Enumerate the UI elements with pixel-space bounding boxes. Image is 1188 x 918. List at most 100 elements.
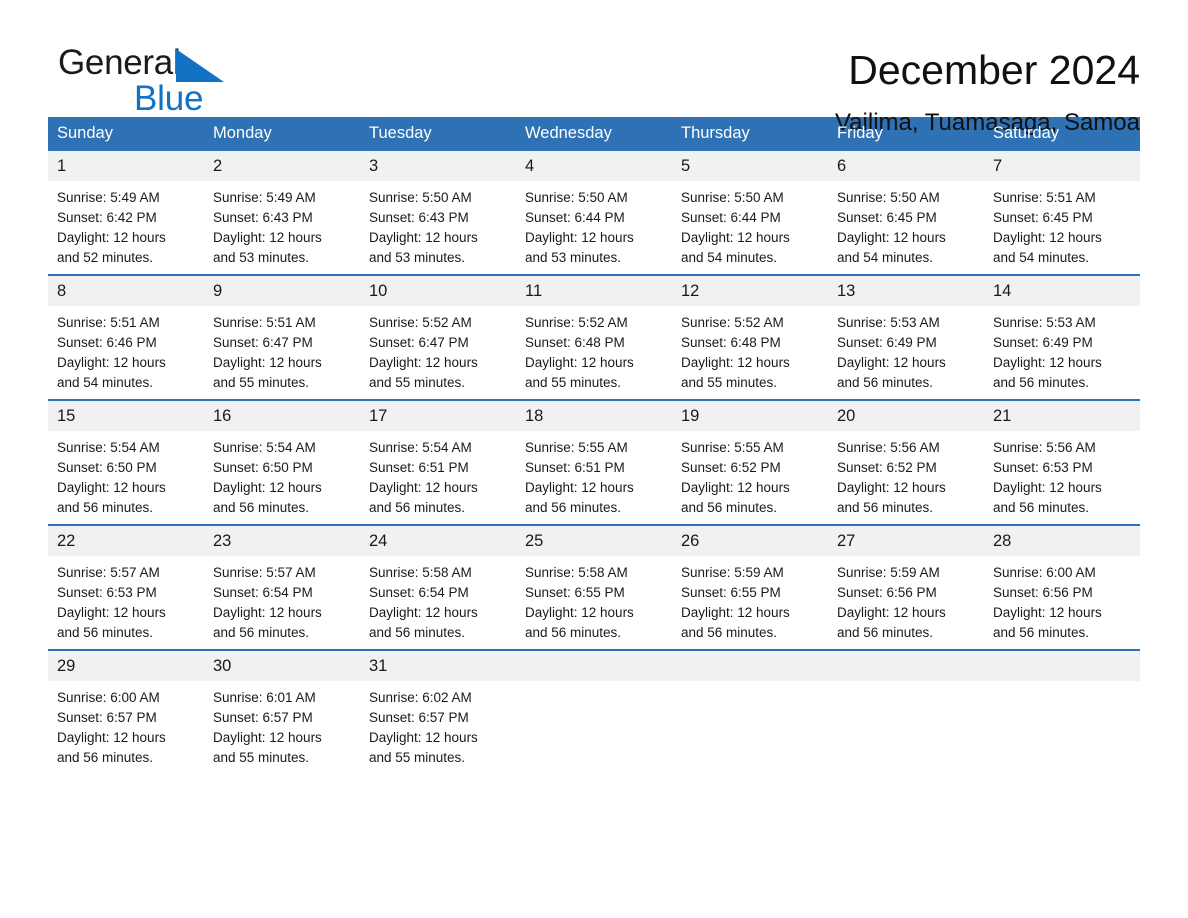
day-details (672, 681, 828, 688)
calendar-day-cell[interactable]: 10 Sunrise: 5:52 AM Sunset: 6:47 PM Dayl… (360, 274, 516, 400)
daylight-text-line2: and 56 minutes. (525, 500, 622, 515)
sunset-text: Sunset: 6:49 PM (993, 335, 1093, 350)
day-number: 24 (360, 526, 516, 556)
day-details: Sunrise: 6:00 AM Sunset: 6:56 PM Dayligh… (984, 556, 1140, 643)
day-number: 13 (828, 276, 984, 306)
calendar-day-cell[interactable]: 22 Sunrise: 5:57 AM Sunset: 6:53 PM Dayl… (48, 524, 204, 650)
calendar-day-cell[interactable]: 26 Sunrise: 5:59 AM Sunset: 6:55 PM Dayl… (672, 524, 828, 650)
day-details: Sunrise: 5:51 AM Sunset: 6:46 PM Dayligh… (48, 306, 204, 393)
weekday-header-sunday: Sunday (48, 117, 204, 151)
sunrise-sunset-calendar: Sunday Monday Tuesday Wednesday Thursday… (48, 117, 1140, 774)
sunset-text: Sunset: 6:51 PM (369, 460, 469, 475)
day-number: 14 (984, 276, 1140, 306)
sunrise-text: Sunrise: 6:01 AM (213, 690, 316, 705)
daylight-text-line2: and 55 minutes. (213, 750, 310, 765)
calendar-day-cell[interactable]: 28 Sunrise: 6:00 AM Sunset: 6:56 PM Dayl… (984, 524, 1140, 650)
day-number: 27 (828, 526, 984, 556)
day-details: Sunrise: 5:59 AM Sunset: 6:55 PM Dayligh… (672, 556, 828, 643)
calendar-day-cell[interactable]: 21 Sunrise: 5:56 AM Sunset: 6:53 PM Dayl… (984, 399, 1140, 525)
day-number: 9 (204, 276, 360, 306)
daylight-text-line2: and 55 minutes. (369, 375, 466, 390)
day-details: Sunrise: 5:55 AM Sunset: 6:52 PM Dayligh… (672, 431, 828, 518)
calendar-day-cell[interactable]: 31 Sunrise: 6:02 AM Sunset: 6:57 PM Dayl… (360, 649, 516, 774)
sunset-text: Sunset: 6:57 PM (213, 710, 313, 725)
sunset-text: Sunset: 6:44 PM (681, 210, 781, 225)
sunset-text: Sunset: 6:45 PM (993, 210, 1093, 225)
sunset-text: Sunset: 6:46 PM (57, 335, 157, 350)
daylight-text-line2: and 56 minutes. (369, 625, 466, 640)
daylight-text-line2: and 56 minutes. (681, 625, 778, 640)
calendar-day-cell[interactable]: 9 Sunrise: 5:51 AM Sunset: 6:47 PM Dayli… (204, 274, 360, 400)
day-number: 25 (516, 526, 672, 556)
calendar-day-cell[interactable]: 30 Sunrise: 6:01 AM Sunset: 6:57 PM Dayl… (204, 649, 360, 774)
day-details: Sunrise: 5:57 AM Sunset: 6:54 PM Dayligh… (204, 556, 360, 643)
calendar-day-cell[interactable]: 5 Sunrise: 5:50 AM Sunset: 6:44 PM Dayli… (672, 151, 828, 275)
calendar-week-row: 15 Sunrise: 5:54 AM Sunset: 6:50 PM Dayl… (48, 399, 1140, 525)
daylight-text-line2: and 55 minutes. (525, 375, 622, 390)
calendar-day-cell[interactable]: 27 Sunrise: 5:59 AM Sunset: 6:56 PM Dayl… (828, 524, 984, 650)
day-details: Sunrise: 6:01 AM Sunset: 6:57 PM Dayligh… (204, 681, 360, 768)
day-details: Sunrise: 5:56 AM Sunset: 6:52 PM Dayligh… (828, 431, 984, 518)
daylight-text-line2: and 53 minutes. (213, 250, 310, 265)
day-details: Sunrise: 5:49 AM Sunset: 6:42 PM Dayligh… (48, 181, 204, 268)
day-details: Sunrise: 5:58 AM Sunset: 6:55 PM Dayligh… (516, 556, 672, 643)
sunset-text: Sunset: 6:50 PM (213, 460, 313, 475)
calendar-week-row: 8 Sunrise: 5:51 AM Sunset: 6:46 PM Dayli… (48, 274, 1140, 400)
calendar-day-cell[interactable]: 14 Sunrise: 5:53 AM Sunset: 6:49 PM Dayl… (984, 274, 1140, 400)
calendar-day-cell[interactable]: 18 Sunrise: 5:55 AM Sunset: 6:51 PM Dayl… (516, 399, 672, 525)
day-number: 6 (828, 151, 984, 181)
day-number: 23 (204, 526, 360, 556)
calendar-day-cell[interactable]: 6 Sunrise: 5:50 AM Sunset: 6:45 PM Dayli… (828, 151, 984, 275)
calendar-day-cell[interactable]: 12 Sunrise: 5:52 AM Sunset: 6:48 PM Dayl… (672, 274, 828, 400)
calendar-day-cell[interactable]: 15 Sunrise: 5:54 AM Sunset: 6:50 PM Dayl… (48, 399, 204, 525)
daylight-text-line1: Daylight: 12 hours (213, 730, 322, 745)
page-header: General Blue December 2024 Vailima, Tuam… (48, 0, 1140, 137)
calendar-day-cell[interactable]: 8 Sunrise: 5:51 AM Sunset: 6:46 PM Dayli… (48, 274, 204, 400)
day-details: Sunrise: 5:53 AM Sunset: 6:49 PM Dayligh… (984, 306, 1140, 393)
calendar-day-cell[interactable]: 1 Sunrise: 5:49 AM Sunset: 6:42 PM Dayli… (48, 151, 204, 275)
daylight-text-line2: and 55 minutes. (681, 375, 778, 390)
sunrise-text: Sunrise: 5:58 AM (369, 565, 472, 580)
day-number (984, 651, 1140, 681)
day-number: 1 (48, 151, 204, 181)
calendar-day-cell[interactable]: 24 Sunrise: 5:58 AM Sunset: 6:54 PM Dayl… (360, 524, 516, 650)
calendar-day-cell[interactable]: 23 Sunrise: 5:57 AM Sunset: 6:54 PM Dayl… (204, 524, 360, 650)
sunrise-text: Sunrise: 5:54 AM (213, 440, 316, 455)
calendar-day-cell[interactable]: 16 Sunrise: 5:54 AM Sunset: 6:50 PM Dayl… (204, 399, 360, 525)
sunrise-text: Sunrise: 5:58 AM (525, 565, 628, 580)
daylight-text-line2: and 53 minutes. (369, 250, 466, 265)
calendar-day-cell[interactable]: 2 Sunrise: 5:49 AM Sunset: 6:43 PM Dayli… (204, 151, 360, 275)
daylight-text-line1: Daylight: 12 hours (369, 605, 478, 620)
calendar-week-row: 29 Sunrise: 6:00 AM Sunset: 6:57 PM Dayl… (48, 649, 1140, 774)
day-details: Sunrise: 5:53 AM Sunset: 6:49 PM Dayligh… (828, 306, 984, 393)
sunset-text: Sunset: 6:54 PM (369, 585, 469, 600)
calendar-day-cell[interactable]: 20 Sunrise: 5:56 AM Sunset: 6:52 PM Dayl… (828, 399, 984, 525)
sunrise-text: Sunrise: 5:51 AM (993, 190, 1096, 205)
calendar-day-cell[interactable]: 13 Sunrise: 5:53 AM Sunset: 6:49 PM Dayl… (828, 274, 984, 400)
calendar-day-cell[interactable]: 17 Sunrise: 5:54 AM Sunset: 6:51 PM Dayl… (360, 399, 516, 525)
daylight-text-line1: Daylight: 12 hours (837, 480, 946, 495)
sunset-text: Sunset: 6:57 PM (369, 710, 469, 725)
daylight-text-line1: Daylight: 12 hours (525, 230, 634, 245)
calendar-day-cell[interactable]: 4 Sunrise: 5:50 AM Sunset: 6:44 PM Dayli… (516, 151, 672, 275)
calendar-day-cell[interactable]: 7 Sunrise: 5:51 AM Sunset: 6:45 PM Dayli… (984, 151, 1140, 275)
sunrise-text: Sunrise: 5:49 AM (57, 190, 160, 205)
sunrise-text: Sunrise: 5:49 AM (213, 190, 316, 205)
daylight-text-line1: Daylight: 12 hours (369, 480, 478, 495)
sunset-text: Sunset: 6:53 PM (57, 585, 157, 600)
sunset-text: Sunset: 6:52 PM (681, 460, 781, 475)
sunrise-text: Sunrise: 5:51 AM (57, 315, 160, 330)
calendar-day-cell[interactable]: 3 Sunrise: 5:50 AM Sunset: 6:43 PM Dayli… (360, 151, 516, 275)
sunset-text: Sunset: 6:45 PM (837, 210, 937, 225)
daylight-text-line2: and 54 minutes. (993, 250, 1090, 265)
calendar-day-cell[interactable]: 29 Sunrise: 6:00 AM Sunset: 6:57 PM Dayl… (48, 649, 204, 774)
calendar-day-cell[interactable]: 11 Sunrise: 5:52 AM Sunset: 6:48 PM Dayl… (516, 274, 672, 400)
day-number (672, 651, 828, 681)
general-blue-logo[interactable]: General Blue (48, 44, 258, 117)
sunset-text: Sunset: 6:50 PM (57, 460, 157, 475)
sunrise-text: Sunrise: 5:57 AM (213, 565, 316, 580)
calendar-day-cell[interactable]: 25 Sunrise: 5:58 AM Sunset: 6:55 PM Dayl… (516, 524, 672, 650)
daylight-text-line2: and 52 minutes. (57, 250, 154, 265)
daylight-text-line2: and 56 minutes. (837, 625, 934, 640)
calendar-day-cell[interactable]: 19 Sunrise: 5:55 AM Sunset: 6:52 PM Dayl… (672, 399, 828, 525)
